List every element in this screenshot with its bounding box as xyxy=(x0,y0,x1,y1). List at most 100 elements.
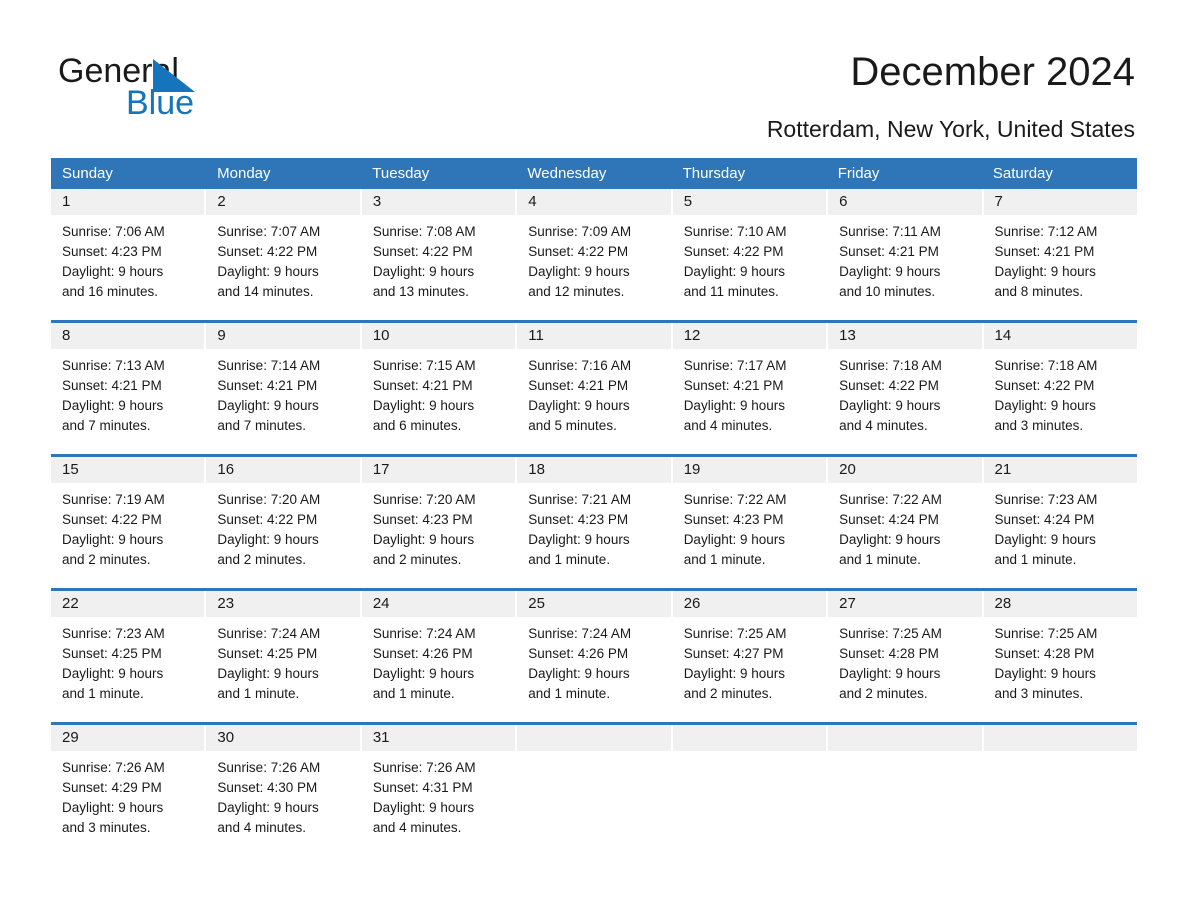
daylight-duration-line1: Daylight: 9 hours xyxy=(217,800,319,815)
daylight-duration-line1: Daylight: 9 hours xyxy=(683,398,785,413)
daylight-duration-line2: and 1 minute. xyxy=(372,686,455,701)
sunrise-time: Sunrise: 7:22 AM xyxy=(683,492,787,507)
calendar-day-cell[interactable]: 10 Sunrise: 7:15 AM Sunset: 4:21 PM Dayligh… xyxy=(361,323,518,450)
day-number: 15 xyxy=(51,457,205,483)
sunrise-time: Sunrise: 7:16 AM xyxy=(528,358,632,373)
day-number xyxy=(517,725,671,751)
sunset-time: Sunset: 4:24 PM xyxy=(839,512,939,527)
sunset-time: Sunset: 4:22 PM xyxy=(683,244,784,259)
sunset-time: Sunset: 4:21 PM xyxy=(62,378,162,393)
calendar-day-cell[interactable]: 27 Sunrise: 7:25 AM Sunset: 4:28 PM Dayligh… xyxy=(828,591,984,718)
calendar-day-cell[interactable]: 1 Sunrise: 7:06 AM Sunset: 4:23 PM Daylight… xyxy=(51,189,207,316)
day-number: 26 xyxy=(672,591,827,617)
calendar-day-cell[interactable]: 18 Sunrise: 7:21 AM Sunset: 4:23 PM Dayligh… xyxy=(517,457,673,584)
calendar-day-cell[interactable]: 11 Sunrise: 7:16 AM Sunset: 4:21 PM Dayligh… xyxy=(517,323,673,450)
calendar-day-cell[interactable]: 2 Sunrise: 7:07 AM Sunset: 4:22 PM Daylight… xyxy=(206,189,362,316)
calendar-day-cell[interactable]: 20 Sunrise: 7:22 AM Sunset: 4:24 PM Dayligh… xyxy=(828,457,984,584)
day-details: Sunrise: 7:23 AM Sunset: 4:24 PM Daylight:… xyxy=(984,483,1137,584)
calendar-day-cell[interactable]: 5 Sunrise: 7:10 AM Sunset: 4:22 PM Daylight… xyxy=(672,189,829,316)
sunrise-time: Sunrise: 7:20 AM xyxy=(372,492,476,507)
day-number: 2 xyxy=(206,189,360,215)
calendar-day-cell[interactable]: 14 Sunrise: 7:18 AM Sunset: 4:22 PM Dayligh… xyxy=(983,323,1137,450)
daylight-duration-line1: Daylight: 9 hours xyxy=(683,264,785,279)
daylight-duration-line1: Daylight: 9 hours xyxy=(683,532,785,547)
daylight-duration-line2: and 2 minutes. xyxy=(217,552,306,567)
weekday-header-thursday: Thursday xyxy=(682,165,746,182)
calendar-day-cell[interactable]: 3 Sunrise: 7:08 AM Sunset: 4:22 PM Daylight… xyxy=(361,189,518,316)
sunrise-time: Sunrise: 7:20 AM xyxy=(217,492,321,507)
calendar-day-cell[interactable]: 15 Sunrise: 7:19 AM Sunset: 4:22 PM Dayligh… xyxy=(51,457,207,584)
calendar-day-cell[interactable]: 25 Sunrise: 7:24 AM Sunset: 4:26 PM Dayligh… xyxy=(517,591,673,718)
calendar-day-cell[interactable]: 4 Sunrise: 7:09 AM Sunset: 4:22 PM Daylight… xyxy=(517,189,673,316)
calendar-day-cell[interactable]: 13 Sunrise: 7:18 AM Sunset: 4:22 PM Dayligh… xyxy=(828,323,984,450)
day-details: Sunrise: 7:16 AM Sunset: 4:21 PM Daylight:… xyxy=(517,349,670,450)
day-details xyxy=(984,751,1137,852)
day-number xyxy=(983,725,1137,751)
sunset-time: Sunset: 4:29 PM xyxy=(62,780,162,795)
day-details: Sunrise: 7:18 AM Sunset: 4:22 PM Daylight:… xyxy=(984,349,1137,450)
day-number: 20 xyxy=(828,457,982,483)
sunset-time: Sunset: 4:31 PM xyxy=(372,780,473,795)
day-number: 17 xyxy=(361,457,516,483)
calendar-day-cell[interactable]: 19 Sunrise: 7:22 AM Sunset: 4:23 PM Dayligh… xyxy=(672,457,829,584)
sunset-time: Sunset: 4:23 PM xyxy=(372,512,473,527)
day-details: Sunrise: 7:19 AM Sunset: 4:22 PM Daylight:… xyxy=(51,483,204,584)
day-number: 24 xyxy=(361,591,516,617)
day-number: 1 xyxy=(51,189,205,215)
sunset-time: Sunset: 4:21 PM xyxy=(372,378,473,393)
day-details: Sunrise: 7:09 AM Sunset: 4:22 PM Daylight:… xyxy=(517,215,670,316)
daylight-duration-line2: and 3 minutes. xyxy=(994,686,1084,701)
day-details: Sunrise: 7:13 AM Sunset: 4:21 PM Daylight:… xyxy=(51,349,204,450)
sunset-time: Sunset: 4:22 PM xyxy=(528,244,629,259)
daylight-duration-line1: Daylight: 9 hours xyxy=(839,398,941,413)
day-number: 23 xyxy=(206,591,360,617)
sunrise-time: Sunrise: 7:08 AM xyxy=(372,224,476,239)
daylight-duration-line1: Daylight: 9 hours xyxy=(994,666,1096,681)
calendar-day-cell[interactable]: 8 Sunrise: 7:13 AM Sunset: 4:21 PM Daylight… xyxy=(51,323,207,450)
daylight-duration-line1: Daylight: 9 hours xyxy=(62,666,164,681)
sunrise-time: Sunrise: 7:21 AM xyxy=(528,492,632,507)
calendar-day-cell[interactable]: 24 Sunrise: 7:24 AM Sunset: 4:26 PM Dayligh… xyxy=(361,591,518,718)
day-details: Sunrise: 7:08 AM Sunset: 4:22 PM Daylight:… xyxy=(362,215,515,316)
calendar-day-cell[interactable]: 26 Sunrise: 7:25 AM Sunset: 4:27 PM Dayligh… xyxy=(672,591,829,718)
calendar-day-cell[interactable]: 30 Sunrise: 7:26 AM Sunset: 4:30 PM Dayligh… xyxy=(206,725,362,852)
day-number: 10 xyxy=(361,323,516,349)
sunset-time: Sunset: 4:21 PM xyxy=(994,244,1095,259)
day-details: Sunrise: 7:07 AM Sunset: 4:22 PM Daylight:… xyxy=(206,215,359,316)
calendar-day-cell[interactable]: 12 Sunrise: 7:17 AM Sunset: 4:21 PM Dayligh… xyxy=(672,323,829,450)
sunset-time: Sunset: 4:24 PM xyxy=(994,512,1095,527)
daylight-duration-line2: and 2 minutes. xyxy=(62,552,151,567)
calendar-day-cell[interactable]: 17 Sunrise: 7:20 AM Sunset: 4:23 PM Dayligh… xyxy=(361,457,518,584)
calendar-day-cell[interactable]: 22 Sunrise: 7:23 AM Sunset: 4:25 PM Dayligh… xyxy=(51,591,207,718)
calendar-day-cell[interactable]: 7 Sunrise: 7:12 AM Sunset: 4:21 PM Daylight… xyxy=(983,189,1137,316)
day-details: Sunrise: 7:24 AM Sunset: 4:26 PM Daylight:… xyxy=(362,617,515,718)
sunset-time: Sunset: 4:23 PM xyxy=(683,512,784,527)
daylight-duration-line2: and 12 minutes. xyxy=(528,284,625,299)
daylight-duration-line1: Daylight: 9 hours xyxy=(528,264,630,279)
sunset-time: Sunset: 4:23 PM xyxy=(528,512,629,527)
daylight-duration-line2: and 4 minutes. xyxy=(372,820,462,835)
sunset-time: Sunset: 4:22 PM xyxy=(217,512,318,527)
daylight-duration-line1: Daylight: 9 hours xyxy=(994,532,1096,547)
calendar-day-cell[interactable]: 21 Sunrise: 7:23 AM Sunset: 4:24 PM Dayligh… xyxy=(983,457,1137,584)
daylight-duration-line2: and 5 minutes. xyxy=(528,418,617,433)
sunrise-time: Sunrise: 7:25 AM xyxy=(994,626,1098,641)
calendar-day-cell[interactable]: 23 Sunrise: 7:24 AM Sunset: 4:25 PM Dayligh… xyxy=(206,591,362,718)
sunset-time: Sunset: 4:23 PM xyxy=(62,244,162,259)
calendar-day-cell[interactable]: 29 Sunrise: 7:26 AM Sunset: 4:29 PM Dayligh… xyxy=(51,725,207,852)
calendar-day-cell[interactable]: 9 Sunrise: 7:14 AM Sunset: 4:21 PM Daylight… xyxy=(206,323,362,450)
sunset-time: Sunset: 4:27 PM xyxy=(683,646,784,661)
sunrise-time: Sunrise: 7:23 AM xyxy=(994,492,1098,507)
calendar-day-cell[interactable]: 6 Sunrise: 7:11 AM Sunset: 4:21 PM Daylight… xyxy=(828,189,984,316)
calendar-week-row: 15 Sunrise: 7:19 AM Sunset: 4:22 PM Dayligh… xyxy=(51,454,1137,584)
calendar-day-cell[interactable]: 16 Sunrise: 7:20 AM Sunset: 4:22 PM Dayligh… xyxy=(206,457,362,584)
calendar-day-cell[interactable]: 28 Sunrise: 7:25 AM Sunset: 4:28 PM Dayligh… xyxy=(983,591,1137,718)
sunrise-time: Sunrise: 7:11 AM xyxy=(839,224,941,239)
day-details xyxy=(517,751,670,852)
sunrise-time: Sunrise: 7:24 AM xyxy=(217,626,321,641)
day-details: Sunrise: 7:22 AM Sunset: 4:24 PM Daylight:… xyxy=(828,483,981,584)
day-number: 7 xyxy=(983,189,1137,215)
day-details: Sunrise: 7:12 AM Sunset: 4:21 PM Daylight:… xyxy=(984,215,1137,316)
calendar-day-cell[interactable]: 31 Sunrise: 7:26 AM Sunset: 4:31 PM Dayligh… xyxy=(361,725,518,852)
day-details xyxy=(673,751,826,852)
